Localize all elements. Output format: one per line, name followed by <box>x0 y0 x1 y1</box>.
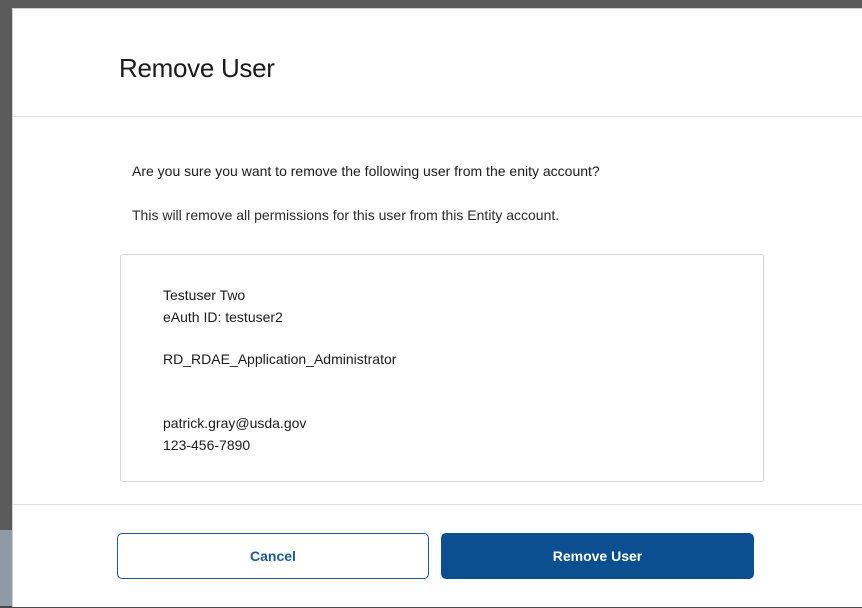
cancel-button[interactable]: Cancel <box>117 533 429 579</box>
remove-user-dialog: Remove User Are you sure you want to rem… <box>12 8 862 607</box>
dialog-footer: Cancel Remove User <box>13 504 862 608</box>
user-phone: 123-456-7890 <box>163 437 251 453</box>
permissions-warning: This will remove all permissions for thi… <box>132 207 560 223</box>
user-name: Testuser Two <box>163 287 246 303</box>
remove-user-button[interactable]: Remove User <box>441 533 754 579</box>
user-details-card: Testuser Two eAuth ID: testuser2 RD_RDAE… <box>120 254 764 482</box>
user-eauth-id: eAuth ID: testuser2 <box>163 309 283 325</box>
confirmation-prompt: Are you sure you want to remove the foll… <box>132 163 600 179</box>
dialog-header: Remove User <box>13 9 862 117</box>
dialog-body: Are you sure you want to remove the foll… <box>13 117 862 504</box>
user-role: RD_RDAE_Application_Administrator <box>163 351 397 367</box>
user-email: patrick.gray@usda.gov <box>163 415 307 431</box>
backdrop-strip <box>0 530 12 606</box>
dialog-title: Remove User <box>119 53 275 83</box>
